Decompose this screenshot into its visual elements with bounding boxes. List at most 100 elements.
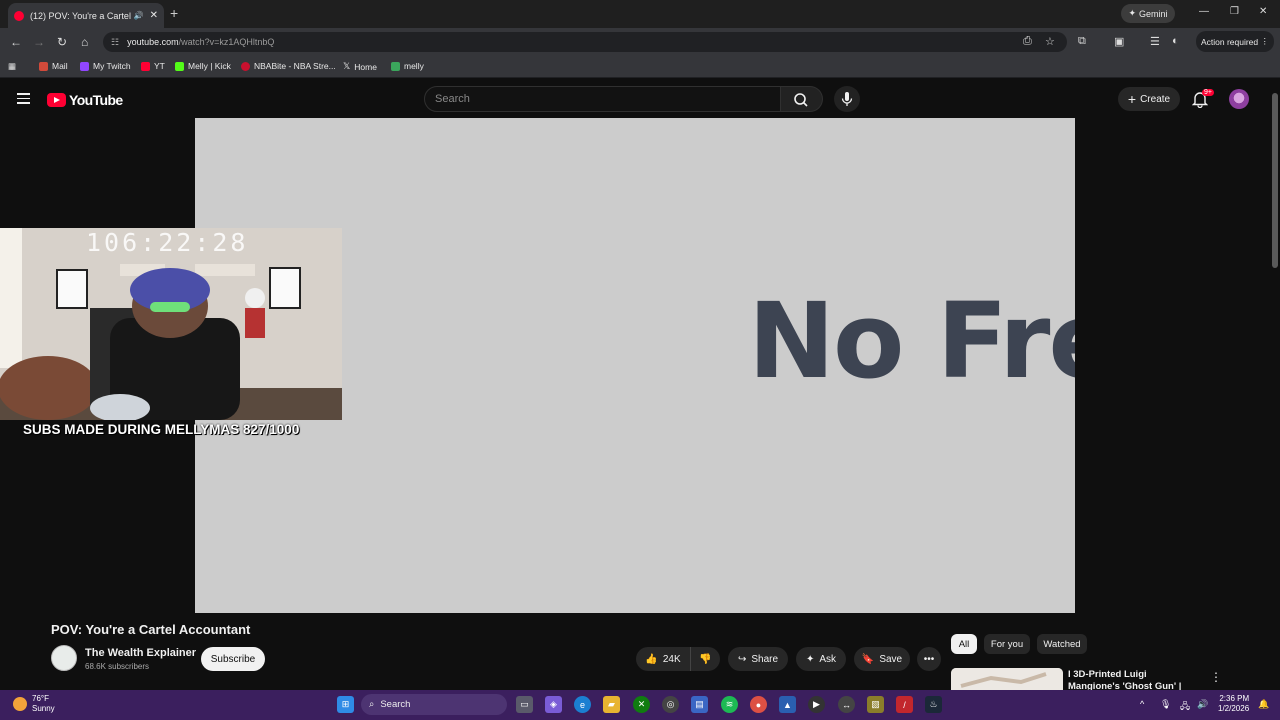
bookmark-kick[interactable]: Melly | Kick	[175, 61, 231, 71]
search-button[interactable]	[781, 86, 823, 112]
apps-grid-icon[interactable]: ▦	[8, 61, 16, 72]
app-icon[interactable]: ◎	[662, 696, 679, 713]
save-label: Save	[879, 653, 903, 665]
clock-date: 1/2/2026	[1218, 704, 1250, 713]
copilot-icon[interactable]: ◈	[545, 696, 562, 713]
like-button[interactable]: 👍 24K	[636, 647, 690, 671]
scrollbar-thumb[interactable]	[1272, 93, 1278, 268]
create-button[interactable]: + Create	[1118, 87, 1180, 111]
subs-goal-text: SUBS MADE DURING MELLYMAS 827/1000	[23, 422, 300, 437]
bookmark-nbabite[interactable]: NBABite - NBA Stre...	[241, 61, 336, 71]
notification-center-icon[interactable]: 🔔	[1258, 699, 1269, 710]
more-actions-button[interactable]: •••	[917, 647, 941, 671]
save-button[interactable]: 🔖 Save	[854, 647, 910, 671]
bookmark-star-icon[interactable]: ☆	[1045, 35, 1055, 48]
chip-watched[interactable]: Watched	[1037, 634, 1087, 654]
home-icon[interactable]: ⌂	[81, 35, 88, 49]
back-icon[interactable]: ←	[10, 35, 22, 49]
browser-tab[interactable]: (12) POV: You're a Cartel Accountant - Y…	[8, 3, 164, 28]
menu-icon[interactable]	[17, 93, 30, 104]
recommendation-thumbnail[interactable]	[951, 668, 1063, 690]
channel-avatar[interactable]	[51, 645, 77, 671]
file-explorer-icon[interactable]: ▰	[603, 696, 620, 713]
ask-button[interactable]: ✦ Ask	[796, 647, 846, 671]
recommendation-menu-icon[interactable]: ⋮	[1210, 670, 1222, 684]
app-icon[interactable]: ↔	[838, 696, 855, 713]
show-hidden-icons-icon[interactable]: ^	[1140, 699, 1144, 709]
channel-subscriber-count: 68.6K subscribers	[85, 662, 150, 671]
restore-window-icon[interactable]: ❐	[1230, 6, 1239, 17]
search-input[interactable]: Search	[424, 86, 781, 112]
gemini-button[interactable]: ✦ Gemini	[1121, 4, 1175, 23]
media-player-icon[interactable]: ▶	[808, 696, 825, 713]
bookmark-label: Melly | Kick	[188, 61, 231, 71]
microphone-icon	[841, 92, 853, 106]
weather-widget[interactable]: 76°F Sunny	[13, 694, 55, 714]
subscribe-button[interactable]: Subscribe	[201, 647, 265, 671]
bookmark-label: Home	[354, 61, 377, 72]
recommendation-title[interactable]: I 3D-Printed Luigi Mangione's 'Ghost Gun…	[1068, 669, 1198, 690]
channel-name[interactable]: The Wealth Explainer	[85, 647, 196, 659]
dislike-button[interactable]: 👎	[690, 647, 720, 671]
search-icon	[794, 93, 808, 107]
bookmark-label: melly	[404, 61, 424, 71]
bookmark-melly[interactable]: melly	[391, 61, 424, 71]
nba-icon	[241, 61, 250, 71]
chip-all[interactable]: All	[951, 634, 977, 654]
forward-icon[interactable]: →	[33, 35, 45, 49]
taskbar-search[interactable]: ⌕ Search	[361, 694, 507, 715]
photos-icon[interactable]: ▲	[779, 696, 796, 713]
xbox-icon[interactable]: ✕	[633, 696, 650, 713]
address-bar[interactable]: ☷ youtube.com/watch?v=kz1AQHltnbQ	[103, 32, 1067, 52]
thumbnail-image	[951, 668, 1063, 690]
network-icon[interactable]: 🖧	[1180, 699, 1190, 715]
youtube-logo[interactable]: YouTube	[47, 92, 123, 108]
task-view-icon[interactable]: ▭	[516, 696, 533, 713]
spotify-icon[interactable]: ≋	[721, 696, 738, 713]
chip-for-you[interactable]: For you	[984, 634, 1030, 654]
url-path: /watch?v=kz1AQHltnbQ	[178, 37, 275, 47]
video-frame-text: No Fre	[748, 280, 1075, 402]
share-button[interactable]: ↪ Share	[728, 647, 788, 671]
youtube-play-icon	[47, 93, 66, 107]
share-label: Share	[751, 653, 779, 665]
speaker-icon[interactable]: 🔊	[134, 11, 144, 20]
volume-icon[interactable]: 🔊	[1197, 699, 1208, 710]
youtube-wordmark: YouTube	[69, 92, 123, 108]
app-icon[interactable]: ▧	[867, 696, 884, 713]
bookmark-mail[interactable]: Mail	[39, 61, 68, 71]
extensions-icon[interactable]: ⧉	[1078, 35, 1086, 48]
edge-icon[interactable]: e	[574, 696, 591, 713]
youtube-icon	[141, 61, 150, 71]
browser-tab-strip	[0, 0, 1280, 28]
install-app-icon[interactable]: ⎙	[1023, 35, 1032, 48]
site-info-icon[interactable]: ☷	[111, 37, 119, 48]
microphone-icon[interactable]: 🎙	[1160, 699, 1171, 710]
action-required-button[interactable]: Action required ⋮	[1196, 31, 1274, 52]
reading-list-icon[interactable]: ☰	[1150, 35, 1160, 48]
app-icon[interactable]: /	[896, 696, 913, 713]
voice-search-button[interactable]	[834, 86, 860, 112]
reload-icon[interactable]: ↻	[57, 35, 67, 49]
clock-time: 2:36 PM	[1219, 694, 1250, 703]
bookmark-yt[interactable]: YT	[141, 61, 165, 71]
chrome-icon[interactable]: ●	[750, 696, 767, 713]
bookmark-icon: 🔖	[861, 653, 875, 665]
minimize-window-icon[interactable]: —	[1199, 6, 1209, 17]
start-windows-icon[interactable]: ⊞	[337, 696, 354, 713]
new-tab-button[interactable]: +	[170, 5, 178, 21]
weather-condition: Sunny	[32, 704, 55, 713]
ask-label: Ask	[819, 653, 837, 665]
tab-close-icon[interactable]: ✕	[150, 10, 158, 21]
steam-icon[interactable]: ♨	[925, 696, 942, 713]
store-icon[interactable]: ▤	[691, 696, 708, 713]
close-window-icon[interactable]: ✕	[1259, 6, 1267, 17]
tab-search-icon[interactable]: ▣	[1114, 35, 1124, 48]
action-required-label: Action required	[1200, 36, 1259, 47]
profile-extension-icon[interactable]: ◐	[1172, 35, 1179, 47]
temperature: 76°F	[32, 694, 49, 703]
taskbar-clock[interactable]: 2:36 PM 1/2/2026	[1218, 694, 1249, 714]
bookmark-home[interactable]: 𝕏 Home	[343, 61, 377, 72]
bookmark-twitch[interactable]: My Twitch	[80, 61, 131, 71]
account-avatar[interactable]	[1229, 89, 1249, 109]
